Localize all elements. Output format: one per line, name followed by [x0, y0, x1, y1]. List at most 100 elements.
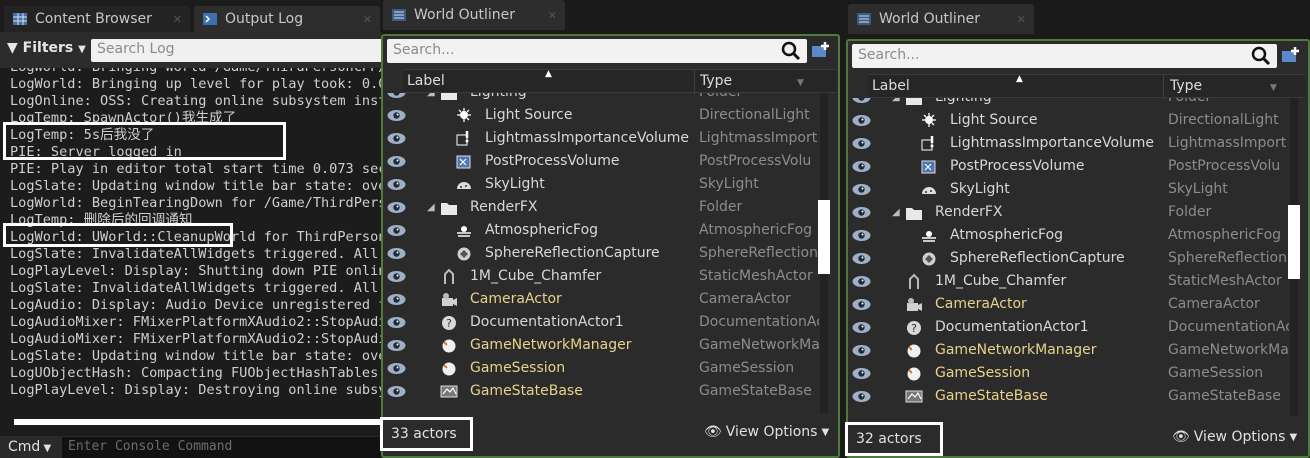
scrollbar-thumb[interactable]	[1288, 205, 1300, 279]
outliner-row[interactable]: SphereReflectionCapture SphereReflection	[383, 242, 819, 265]
outliner-row[interactable]: ? DocumentationActor1 DocumentationAc	[848, 316, 1289, 339]
expand-arrow-icon[interactable]: ◢	[892, 201, 900, 224]
close-icon[interactable]: ✕	[173, 13, 182, 26]
outliner-row[interactable]: GameSession GameSession	[383, 357, 819, 380]
outliner-row[interactable]: GameNetworkManager GameNetworkMa	[848, 339, 1289, 362]
outliner-row[interactable]: LightmassImportanceVolume LightmassImport	[848, 132, 1289, 155]
label-column-header[interactable]: Label	[872, 78, 910, 94]
outliner-row[interactable]: PostProcessVolume PostProcessVolu	[848, 155, 1289, 178]
close-icon[interactable]: ✕	[1017, 13, 1026, 26]
horizontal-scrollbar[interactable]	[14, 419, 385, 425]
visibility-eye-icon[interactable]	[387, 155, 406, 168]
tab-world-outliner[interactable]: World Outliner ✕	[848, 4, 1034, 34]
visibility-eye-icon[interactable]	[387, 293, 406, 306]
search-icon[interactable]	[781, 41, 801, 61]
skylight-icon	[922, 187, 936, 194]
cmd-dropdown[interactable]: Cmd ▼	[8, 439, 51, 455]
outliner-row[interactable]: AtmosphericFog AtmosphericFog	[848, 224, 1289, 247]
tab-world-outliner[interactable]: World Outliner ✕	[383, 0, 565, 30]
tab-output-log[interactable]: Output Log ✕	[194, 6, 380, 32]
outliner-row[interactable]: ◢ Lighting Folder	[383, 93, 819, 104]
expand-arrow-icon[interactable]: ◢	[427, 196, 435, 219]
expand-arrow-icon[interactable]: ◢	[427, 93, 435, 104]
visibility-eye-icon[interactable]	[852, 137, 871, 150]
visibility-eye-icon[interactable]	[387, 93, 406, 99]
sort-ascending-icon: ▲	[545, 69, 552, 79]
visibility-eye-icon[interactable]	[852, 114, 871, 127]
visibility-eye-icon[interactable]	[852, 390, 871, 403]
outliner-row[interactable]: AtmosphericFog AtmosphericFog	[383, 219, 819, 242]
column-dropdown-icon[interactable]: ▼	[1270, 83, 1277, 93]
view-options-button[interactable]: 👁 View Options ▼	[704, 424, 829, 440]
visibility-eye-icon[interactable]	[852, 206, 871, 219]
visibility-eye-icon[interactable]	[387, 339, 406, 352]
visibility-eye-icon[interactable]	[387, 109, 406, 122]
visibility-eye-icon[interactable]	[387, 201, 406, 214]
cmd-label: Cmd	[8, 439, 41, 455]
outliner-row[interactable]: CameraActor CameraActor	[383, 288, 819, 311]
close-icon[interactable]: ✕	[548, 9, 557, 22]
visibility-eye-icon[interactable]	[852, 275, 871, 288]
outliner-search-input[interactable]: Search...	[852, 44, 1277, 68]
visibility-eye-icon[interactable]	[852, 344, 871, 357]
visibility-eye-icon[interactable]	[852, 367, 871, 380]
column-dropdown-icon[interactable]: ▼	[797, 78, 804, 88]
visibility-eye-icon[interactable]	[387, 316, 406, 329]
search-icon[interactable]	[1251, 46, 1271, 66]
type-column-header[interactable]: Type	[700, 73, 732, 89]
row-label: GameSession	[935, 365, 1031, 381]
visibility-eye-icon[interactable]	[387, 385, 406, 398]
outliner-row[interactable]: ◢ Lighting Folder	[848, 98, 1289, 109]
visibility-eye-icon[interactable]	[852, 321, 871, 334]
visibility-eye-icon[interactable]	[387, 362, 406, 375]
outliner-row[interactable]: Light Source DirectionalLight	[848, 109, 1289, 132]
add-folder-icon[interactable]	[1280, 45, 1302, 65]
expand-arrow-icon[interactable]: ◢	[892, 98, 900, 109]
outliner-row[interactable]: 1M_Cube_Chamfer StaticMeshActor	[848, 270, 1289, 293]
outliner-row[interactable]: ◢ RenderFX Folder	[848, 201, 1289, 224]
outliner-row[interactable]: ◢ RenderFX Folder	[383, 196, 819, 219]
outliner-row[interactable]: CameraActor CameraActor	[848, 293, 1289, 316]
world-outliner-1: World Outliner ✕ Search... Label ▲ Type …	[380, 0, 840, 458]
add-folder-icon[interactable]	[810, 40, 832, 60]
visibility-eye-icon[interactable]	[387, 270, 406, 283]
scrollbar-thumb[interactable]	[818, 200, 830, 274]
visibility-eye-icon[interactable]	[852, 183, 871, 196]
outliner-row[interactable]: GameNetworkManager GameNetworkMa	[383, 334, 819, 357]
console-command-input[interactable]: Enter Console Command	[62, 437, 385, 458]
outliner-row[interactable]: SphereReflectionCapture SphereReflection	[848, 247, 1289, 270]
directional-light-icon	[922, 113, 936, 127]
row-label: CameraActor	[470, 291, 562, 307]
visibility-eye-icon[interactable]	[852, 160, 871, 173]
visibility-eye-icon[interactable]	[387, 224, 406, 237]
tab-content-browser[interactable]: Content Browser ✕	[4, 6, 190, 32]
visibility-eye-icon[interactable]	[387, 247, 406, 260]
label-column-header[interactable]: Label	[407, 73, 445, 89]
search-log-input[interactable]: Search Log	[91, 39, 391, 62]
view-options-button[interactable]: 👁 View Options ▼	[1172, 429, 1297, 445]
outliner-row[interactable]: SkyLight SkyLight	[383, 173, 819, 196]
filters-button[interactable]: ▼ Filters ▼	[7, 40, 86, 56]
type-column-header[interactable]: Type	[1170, 78, 1202, 94]
row-type: DirectionalLight	[699, 107, 810, 123]
outliner-row[interactable]: LightmassImportanceVolume LightmassImport	[383, 127, 819, 150]
visibility-eye-icon[interactable]	[852, 98, 871, 104]
static-mesh-icon	[909, 273, 919, 289]
outliner-row[interactable]: GameStateBase GameStateBase	[848, 385, 1289, 408]
visibility-eye-icon[interactable]	[852, 252, 871, 265]
outliner-row[interactable]: PostProcessVolume PostProcessVolu	[383, 150, 819, 173]
outliner-row[interactable]: ? DocumentationActor1 DocumentationAc	[383, 311, 819, 334]
outliner-row[interactable]: 1M_Cube_Chamfer StaticMeshActor	[383, 265, 819, 288]
outliner-row[interactable]: GameSession GameSession	[848, 362, 1289, 385]
visibility-eye-icon[interactable]	[852, 298, 871, 311]
visibility-eye-icon[interactable]	[387, 178, 406, 191]
visibility-eye-icon[interactable]	[852, 229, 871, 242]
log-line: LogWorld: Bringing up level for play too…	[10, 76, 385, 92]
outliner-row[interactable]: Light Source DirectionalLight	[383, 104, 819, 127]
outliner-search-input[interactable]: Search...	[387, 39, 807, 63]
close-icon[interactable]: ✕	[363, 13, 372, 26]
visibility-eye-icon[interactable]	[387, 132, 406, 145]
outliner-row[interactable]: GameStateBase GameStateBase	[383, 380, 819, 403]
outliner-row[interactable]: SkyLight SkyLight	[848, 178, 1289, 201]
log-line: LogAudioMixer: FMixerPlatformXAudio2::St…	[10, 331, 385, 347]
